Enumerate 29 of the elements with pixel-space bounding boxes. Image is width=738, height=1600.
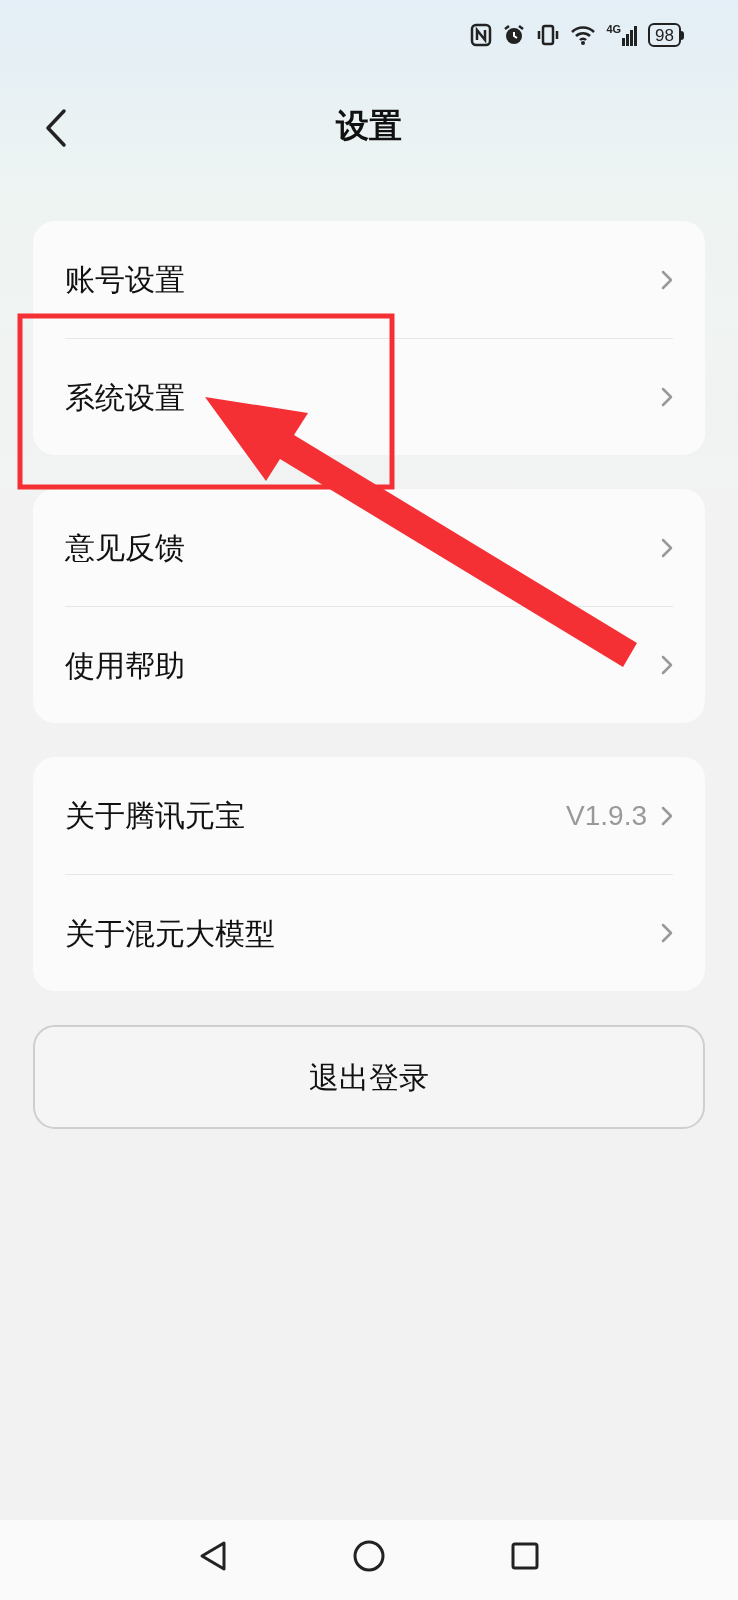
chevron-icon	[661, 387, 673, 407]
row-label: 系统设置	[65, 379, 186, 416]
chevron-icon	[661, 655, 673, 675]
chevron-icon	[661, 537, 673, 558]
settings-row[interactable]: 账号设置	[65, 221, 673, 338]
back-nav-icon[interactable]	[198, 1540, 228, 1572]
chevron-icon	[661, 805, 673, 826]
row-label: 使用帮助	[65, 647, 186, 684]
signal-icon	[622, 24, 639, 46]
settings-row[interactable]: 关于腾讯元宝 V1.9.3	[65, 757, 673, 874]
row-label: 意见反馈	[65, 530, 186, 566]
row-label: 账号设置	[65, 262, 186, 298]
back-icon[interactable]	[44, 108, 68, 148]
settings-row[interactable]: 意见反馈	[65, 489, 673, 606]
home-nav-icon[interactable]	[352, 1539, 386, 1573]
vibrate-icon	[536, 23, 561, 47]
wifi-icon	[570, 24, 597, 46]
recents-nav-icon[interactable]	[510, 1541, 540, 1571]
battery-icon: 98	[648, 23, 681, 47]
version-label: V1.9.3	[566, 798, 647, 833]
nfc-icon	[470, 23, 493, 47]
row-label: 关于混元大模型	[65, 915, 276, 952]
settings-row[interactable]: 关于混元大模型	[65, 874, 673, 991]
logout-button[interactable]: 退出登录	[33, 1025, 705, 1129]
network-label: 4G	[606, 24, 622, 35]
row-label: 关于腾讯元宝	[65, 798, 246, 834]
page-title: 设置	[336, 106, 402, 147]
chevron-icon	[661, 269, 673, 290]
chevron-icon	[661, 923, 673, 943]
